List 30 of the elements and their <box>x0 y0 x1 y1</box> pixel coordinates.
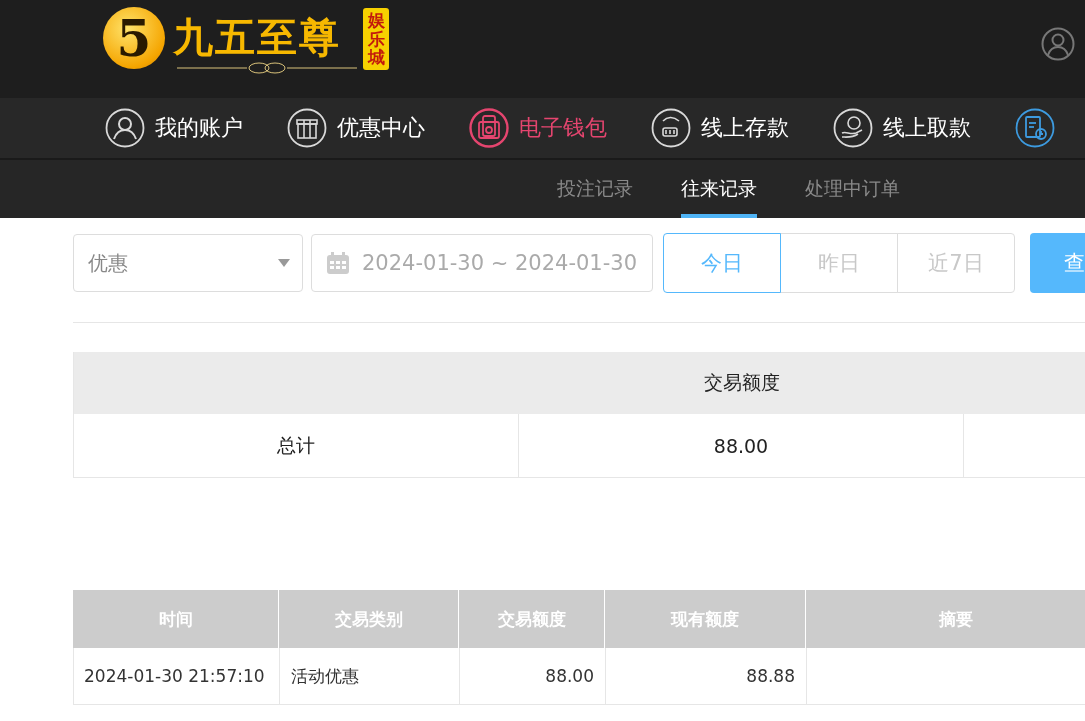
caret-icon <box>278 259 290 267</box>
wallet-icon[interactable] <box>469 108 509 148</box>
calendar-icon <box>326 251 350 275</box>
logo-name: 九五至尊 <box>173 13 342 62</box>
table-cell: 总计 <box>74 414 519 477</box>
logo-badge: 娱乐城 <box>363 8 389 71</box>
report-icon[interactable] <box>1015 108 1055 148</box>
deposit-icon[interactable] <box>651 108 691 148</box>
table-cell: 88.00 <box>460 648 606 704</box>
date-range-field[interactable]: 2024-01-30 ~ 2024-01-30 <box>311 234 653 292</box>
withdraw-icon[interactable] <box>833 108 873 148</box>
record-tab[interactable]: 投注记录 <box>557 160 633 218</box>
table-cell: 2024-01-30 21:57:10 <box>74 648 280 704</box>
nav-link[interactable]: 线上存款 <box>701 113 789 143</box>
type-select[interactable]: 优惠 <box>73 234 303 292</box>
table-cell: 活动优惠 <box>280 648 460 704</box>
record-tab[interactable]: 处理中订单 <box>805 160 900 218</box>
gift-icon[interactable] <box>287 108 327 148</box>
table-cell: 88.00 <box>519 414 964 477</box>
column-header: 交易额度 <box>702 370 781 395</box>
nav-link[interactable]: 优惠中心 <box>337 113 425 143</box>
select-value: 优惠 <box>88 249 128 277</box>
nav-link[interactable]: 我的账户 <box>155 113 243 143</box>
ornament-icon <box>177 62 357 74</box>
logo-mark: 5 <box>103 7 165 69</box>
nav-link[interactable]: 电子钱包 <box>519 113 607 143</box>
date-range-value: 2024-01-30 ~ 2024-01-30 <box>362 251 638 275</box>
record-tab[interactable]: 往来记录 <box>681 160 757 218</box>
table-cell: 88.88 <box>606 648 807 704</box>
nav-link[interactable]: 线上取款 <box>883 113 971 143</box>
